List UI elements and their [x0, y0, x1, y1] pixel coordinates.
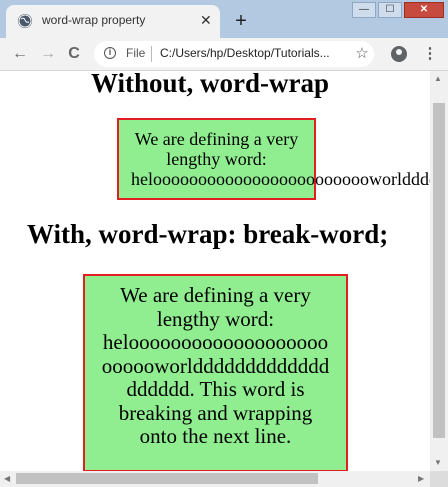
close-window-button[interactable]: ✕ [404, 2, 444, 18]
heading-without-word-wrap: Without, word-wrap [91, 71, 330, 98]
horizontal-scrollbar[interactable]: ◀ ▶ [0, 471, 430, 487]
box-without-word-wrap: We are defining a very lengthy word: hel… [117, 118, 430, 200]
vertical-scrollbar[interactable]: ▲ ▼ [430, 71, 448, 471]
tab-word-wrap-property[interactable]: word-wrap property ✕ [6, 5, 220, 38]
box2-line: onto the next line. [139, 424, 292, 448]
window-controls: — ☐ ✕ [352, 2, 444, 18]
overflowing-word: helooooooooooooooooooooooooworlddddddddd… [131, 169, 430, 189]
browser-toolbar: ← → C i File C:/Users/hp/Desktop/Tutoria… [0, 38, 448, 71]
scrollbar-corner [430, 471, 448, 487]
address-bar[interactable]: i File C:/Users/hp/Desktop/Tutorials... [94, 41, 374, 67]
box2-line: breaking and wrapping [118, 400, 313, 425]
menu-icon[interactable]: ⋮ [420, 44, 440, 64]
tab-title: word-wrap property [42, 13, 146, 27]
address-divider [151, 46, 152, 62]
profile-avatar-icon[interactable] [391, 46, 407, 62]
box-with-word-wrap: We are defining a very lengthy word: hel… [83, 274, 348, 471]
box2-line: helooooooooooooooooooo [102, 330, 329, 354]
box2-line: dddddd. This word is [126, 377, 305, 401]
vertical-scroll-thumb[interactable] [433, 103, 445, 438]
scroll-left-icon[interactable]: ◀ [4, 474, 10, 483]
new-tab-button[interactable]: + [232, 11, 250, 31]
forward-button[interactable]: → [38, 44, 58, 64]
box2-line: lengthy word: [156, 306, 275, 331]
scroll-up-icon[interactable]: ▲ [434, 74, 442, 83]
maximize-button[interactable]: ☐ [378, 2, 402, 18]
scroll-right-icon[interactable]: ▶ [418, 474, 424, 483]
box2-line: We are defining a very [120, 283, 311, 307]
box2-line: oooooworlddddddddddddd [101, 353, 330, 378]
globe-icon [18, 14, 32, 28]
close-tab-icon[interactable]: ✕ [200, 12, 212, 28]
box1-line: lengthy word: [166, 149, 267, 169]
horizontal-scroll-thumb[interactable] [16, 473, 318, 484]
url-text[interactable]: C:/Users/hp/Desktop/Tutorials... [160, 46, 370, 60]
tab-strip: word-wrap property ✕ + — ☐ ✕ [0, 0, 448, 38]
page-viewport: Without, word-wrap We are defining a ver… [0, 71, 430, 471]
minimize-button[interactable]: — [352, 2, 376, 18]
box1-line: We are defining a very [134, 129, 299, 149]
scheme-label: File [126, 46, 146, 60]
back-button[interactable]: ← [10, 44, 30, 64]
heading-with-word-wrap: With, word-wrap: break-word; [27, 219, 389, 249]
reload-button[interactable]: C [64, 44, 84, 64]
bookmark-star-icon[interactable]: ☆ [352, 44, 372, 64]
info-icon[interactable]: i [104, 47, 116, 59]
scroll-down-icon[interactable]: ▼ [434, 458, 442, 467]
